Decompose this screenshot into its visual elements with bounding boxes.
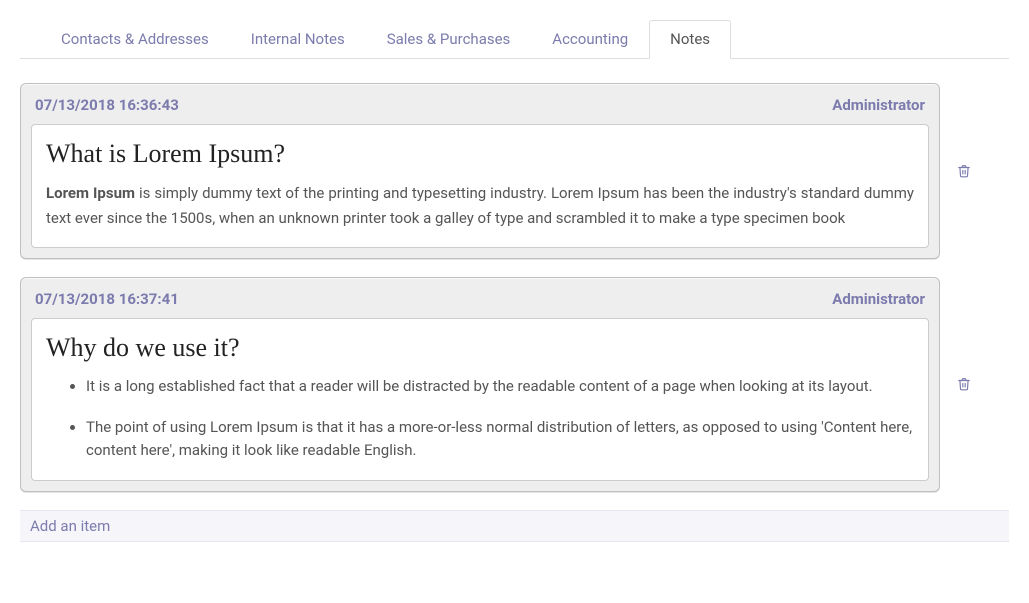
note-author: Administrator: [832, 96, 925, 114]
note-timestamp: 07/13/2018 16:36:43: [35, 96, 179, 114]
note-timestamp: 07/13/2018 16:37:41: [35, 290, 179, 308]
trash-icon[interactable]: [954, 377, 974, 391]
add-item-button[interactable]: Add an item: [20, 510, 1009, 542]
note-bullets: It is a long established fact that a rea…: [46, 375, 914, 463]
note-author: Administrator: [832, 290, 925, 308]
note-text: Lorem Ipsum is simply dummy text of the …: [46, 181, 914, 231]
trash-icon[interactable]: [954, 164, 974, 178]
list-item: It is a long established fact that a rea…: [86, 375, 914, 398]
tab-bar: Contacts & Addresses Internal Notes Sale…: [20, 20, 1009, 59]
note-row: 07/13/2018 16:36:43 Administrator What i…: [20, 83, 1009, 259]
note-header: 07/13/2018 16:37:41 Administrator: [21, 278, 939, 318]
tab-accounting[interactable]: Accounting: [531, 20, 649, 58]
tab-notes[interactable]: Notes: [649, 20, 731, 59]
note-rest: is simply dummy text of the printing and…: [46, 184, 914, 227]
tab-contacts-addresses[interactable]: Contacts & Addresses: [40, 20, 230, 58]
tab-internal-notes[interactable]: Internal Notes: [230, 20, 366, 58]
tab-sales-purchases[interactable]: Sales & Purchases: [366, 20, 532, 58]
note-card: 07/13/2018 16:37:41 Administrator Why do…: [20, 277, 940, 493]
note-body: Why do we use it? It is a long establish…: [31, 318, 929, 482]
note-title: What is Lorem Ipsum?: [46, 139, 914, 169]
list-item: The point of using Lorem Ipsum is that i…: [86, 416, 914, 463]
note-header: 07/13/2018 16:36:43 Administrator: [21, 84, 939, 124]
note-title: Why do we use it?: [46, 333, 914, 363]
note-card: 07/13/2018 16:36:43 Administrator What i…: [20, 83, 940, 259]
notes-list: 07/13/2018 16:36:43 Administrator What i…: [20, 59, 1009, 542]
note-body: What is Lorem Ipsum? Lorem Ipsum is simp…: [31, 124, 929, 248]
note-row: 07/13/2018 16:37:41 Administrator Why do…: [20, 277, 1009, 493]
note-lead: Lorem Ipsum: [46, 184, 135, 202]
